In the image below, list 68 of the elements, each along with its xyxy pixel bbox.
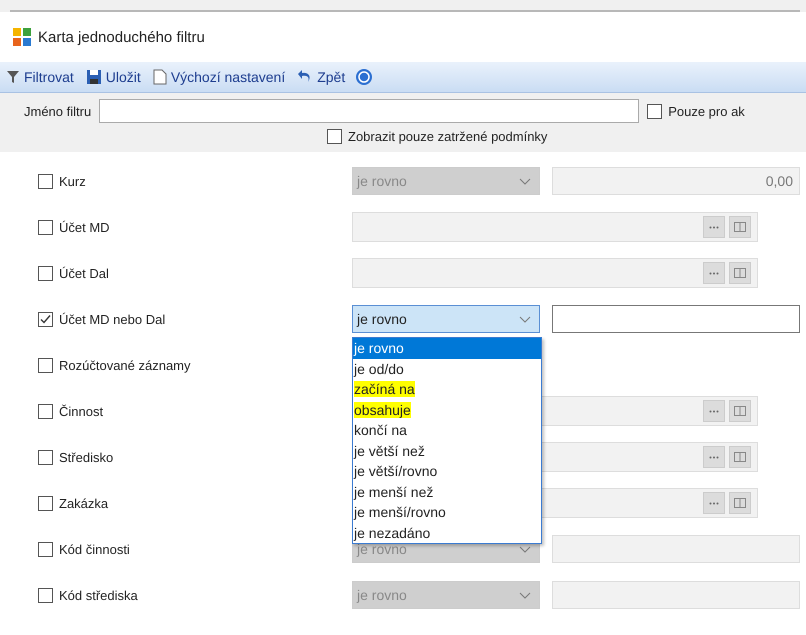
window-icon bbox=[734, 268, 746, 278]
ellipsis-icon bbox=[709, 226, 719, 228]
checkbox[interactable] bbox=[327, 129, 342, 144]
dropdown-option[interactable]: je rovno bbox=[353, 338, 541, 358]
checkbox-label: Pouze pro ak bbox=[668, 104, 745, 118]
dropdown-option[interactable]: je větší než bbox=[353, 440, 541, 461]
dropdown-option[interactable]: je od/do bbox=[353, 358, 541, 379]
checkbox[interactable] bbox=[38, 588, 53, 602]
checkbox[interactable] bbox=[38, 404, 53, 418]
checkbox[interactable] bbox=[38, 174, 53, 188]
browse-button[interactable] bbox=[729, 216, 751, 238]
chevron-down-icon bbox=[519, 316, 531, 322]
browse-button[interactable] bbox=[729, 400, 751, 422]
condition-label: Zakázka bbox=[59, 496, 108, 510]
filter-button[interactable]: Filtrovat bbox=[4, 69, 76, 85]
condition-label: Kód střediska bbox=[59, 588, 138, 602]
picker-field[interactable] bbox=[352, 258, 758, 288]
checkbox-label: Zobrazit pouze zatržené podmínky bbox=[348, 129, 548, 144]
condition-label: Rozúčtované záznamy bbox=[59, 358, 191, 372]
browse-button[interactable] bbox=[729, 446, 751, 468]
dropdown-option[interactable]: začíná na bbox=[353, 379, 541, 400]
filter-name-field[interactable] bbox=[99, 99, 640, 123]
condition-label: Kód činnosti bbox=[59, 542, 130, 556]
dropdown-option[interactable]: je menší/rovno bbox=[353, 502, 541, 522]
help-icon[interactable] bbox=[355, 68, 374, 86]
ellipsis-icon bbox=[709, 456, 719, 458]
browse-button[interactable] bbox=[729, 262, 751, 284]
funnel-icon bbox=[6, 70, 20, 84]
ellipsis-icon bbox=[709, 410, 719, 412]
app-icon bbox=[12, 27, 32, 47]
checkbox[interactable] bbox=[38, 358, 53, 372]
condition-label: Účet Dal bbox=[59, 266, 109, 280]
document-button[interactable]: Výchozí nastavení bbox=[150, 69, 288, 85]
value-field[interactable]: 0,00 bbox=[552, 167, 800, 195]
checkbox[interactable] bbox=[38, 496, 53, 510]
window-icon bbox=[734, 498, 746, 508]
checkbox[interactable] bbox=[647, 104, 662, 118]
window-icon bbox=[734, 452, 746, 462]
ellipsis-icon bbox=[709, 272, 719, 274]
checkbox[interactable] bbox=[38, 312, 53, 326]
operator-select[interactable]: je rovno bbox=[352, 305, 540, 333]
window-title: Karta jednoduchého filtru bbox=[38, 28, 205, 46]
ellipsis-icon bbox=[709, 502, 719, 504]
undo-button[interactable]: Zpět bbox=[295, 69, 348, 85]
condition-label: Kurz bbox=[59, 174, 86, 188]
save-button[interactable]: Uložit bbox=[84, 69, 143, 85]
condition-label: Účet MD nebo Dal bbox=[59, 312, 166, 326]
chevron-down-icon bbox=[519, 592, 531, 598]
checkbox[interactable] bbox=[38, 542, 53, 556]
window-icon bbox=[734, 406, 746, 416]
value-field[interactable] bbox=[552, 305, 800, 333]
picker-field[interactable] bbox=[352, 212, 758, 242]
chevron-down-icon bbox=[519, 546, 531, 552]
chevron-down-icon bbox=[519, 178, 531, 184]
condition-label: Činnost bbox=[59, 404, 104, 418]
checkbox[interactable] bbox=[38, 266, 53, 280]
filter-name-label: Jméno filtru bbox=[24, 104, 92, 118]
browse-button[interactable] bbox=[729, 492, 751, 514]
condition-label: Středisko bbox=[59, 450, 114, 464]
dropdown-option[interactable]: je menší než bbox=[353, 482, 541, 502]
dropdown-option[interactable]: končí na bbox=[353, 420, 541, 440]
checkbox[interactable] bbox=[38, 450, 53, 464]
condition-label: Účet MD bbox=[59, 220, 110, 234]
dropdown-option[interactable]: je větší/rovno bbox=[353, 461, 541, 482]
checkbox[interactable] bbox=[38, 220, 53, 234]
document-icon bbox=[152, 69, 167, 85]
dropdown-option[interactable]: obsahuje bbox=[353, 400, 541, 420]
window-icon bbox=[734, 222, 746, 232]
